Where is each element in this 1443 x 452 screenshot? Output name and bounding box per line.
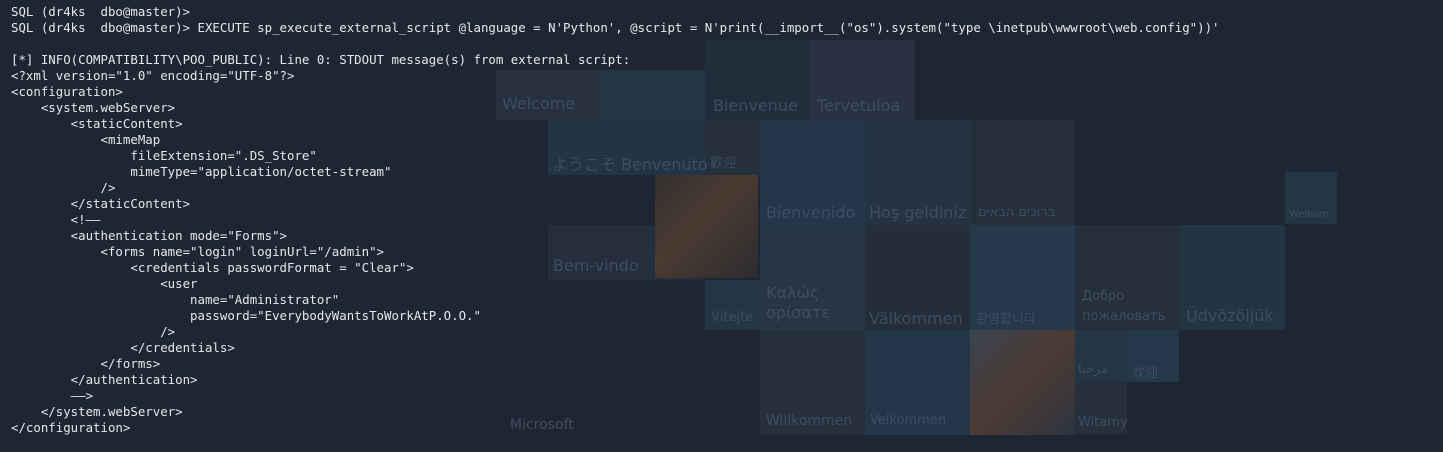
terminal-line: </authentication> xyxy=(11,372,198,387)
terminal-line: </credentials> xyxy=(11,340,235,355)
terminal-line: name="Administrator" xyxy=(11,292,340,307)
terminal-line: </staticContent> xyxy=(11,196,191,211)
terminal-line: <configuration> xyxy=(11,84,123,99)
terminal-window[interactable]: Welcome Bienvenue Tervetuloa ようこそ Benven… xyxy=(0,0,1443,452)
terminal-line: </forms> xyxy=(11,356,161,371)
terminal-output[interactable]: SQL (dr4ks dbo@master)> SQL (dr4ks dbo@ma… xyxy=(0,0,1443,436)
terminal-line: <?xml version="1.0" encoding="UTF-8"?> xyxy=(11,68,295,83)
terminal-line: <!—— xyxy=(11,212,101,227)
terminal-line: [*] INFO(COMPATIBILITY\POO_PUBLIC): Line… xyxy=(11,52,631,67)
terminal-line: /> xyxy=(11,324,176,339)
terminal-line: </system.webServer> xyxy=(11,404,183,419)
terminal-line: ——> xyxy=(11,388,94,403)
terminal-line: mimeType="application/octet-stream" xyxy=(11,164,392,179)
terminal-line: </configuration> xyxy=(11,420,131,435)
terminal-line: fileExtension=".DS_Store" xyxy=(11,148,317,163)
terminal-line: <user xyxy=(11,276,198,291)
terminal-line: <credentials passwordFormat = "Clear"> xyxy=(11,260,414,275)
terminal-line: SQL (dr4ks dbo@master)> xyxy=(11,4,191,19)
terminal-line: <forms name="login" loginUrl="/admin"> xyxy=(11,244,384,259)
terminal-line: /> xyxy=(11,180,116,195)
terminal-line: <mimeMap xyxy=(11,132,161,147)
terminal-line: SQL (dr4ks dbo@master)> EXECUTE sp_execu… xyxy=(11,20,1220,35)
terminal-line: password="EverybodyWantsToWorkAtP.O.O." xyxy=(11,308,481,323)
terminal-line: <system.webServer> xyxy=(11,100,176,115)
terminal-line: <staticContent> xyxy=(11,116,183,131)
terminal-line: <authentication mode="Forms"> xyxy=(11,228,288,243)
